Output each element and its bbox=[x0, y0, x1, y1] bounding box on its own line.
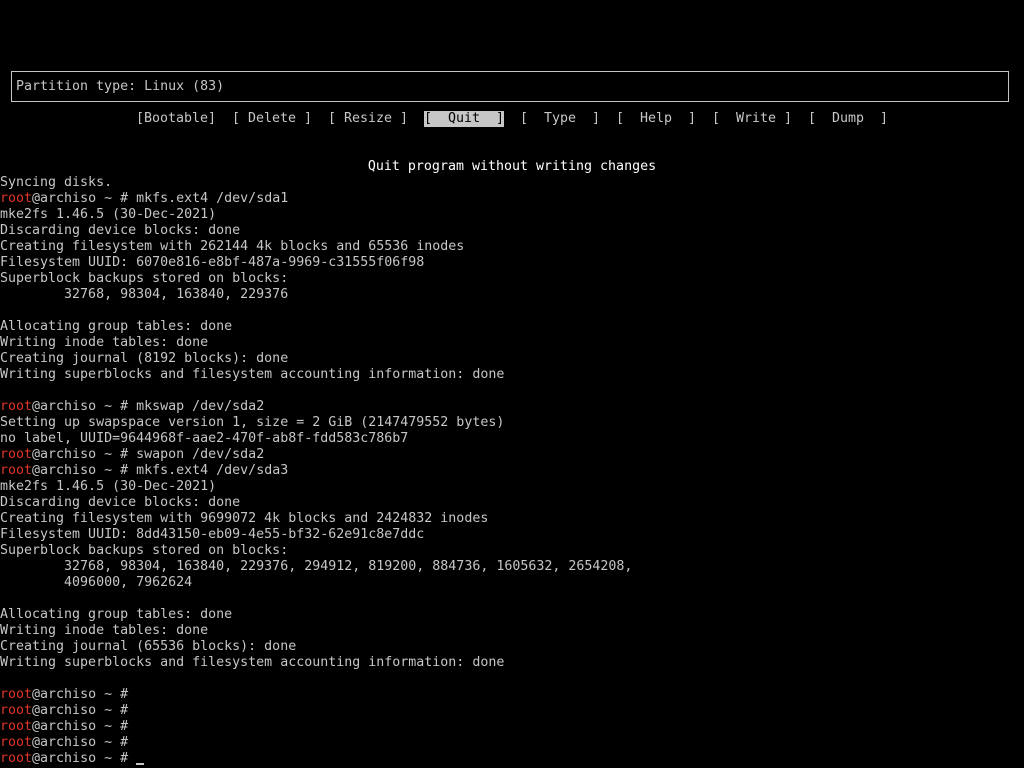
menu-quit-button[interactable]: [ Quit ] bbox=[424, 111, 505, 127]
prompt-user: root bbox=[0, 191, 33, 206]
prompt-host: @archiso ~ # bbox=[32, 751, 137, 766]
terminal-output-line: Writing inode tables: done bbox=[0, 623, 209, 638]
text-cursor[interactable] bbox=[136, 763, 145, 765]
prompt-host: @archiso ~ # bbox=[32, 687, 137, 702]
cfdisk-menu-bar: [Bootable] [ Delete ] [ Resize ] [ Quit … bbox=[0, 111, 1024, 127]
prompt-host: @archiso ~ # bbox=[32, 447, 137, 462]
menu-help-text: Quit program without writing changes bbox=[367, 159, 657, 174]
terminal-output-line: Discarding device blocks: done bbox=[0, 223, 241, 238]
terminal-output-line: Allocating group tables: done bbox=[0, 319, 233, 334]
prompt-user: root bbox=[0, 719, 33, 734]
menu-help-button[interactable]: [ Help ] bbox=[616, 111, 696, 127]
prompt-host: @archiso ~ # bbox=[32, 191, 137, 206]
terminal-prompt-line: root@archiso ~ # swapon /dev/sda2 bbox=[0, 447, 1024, 463]
terminal-prompt-line: root@archiso ~ # bbox=[0, 703, 1024, 719]
prompt-host: @archiso ~ # bbox=[32, 703, 137, 718]
terminal-prompt-line: root@archiso ~ # bbox=[0, 735, 1024, 751]
terminal-output-line: Filesystem UUID: 8dd43150-eb09-4e55-bf32… bbox=[0, 527, 425, 542]
terminal-prompt-line: root@archiso ~ # bbox=[0, 687, 1024, 703]
terminal-output-line: Setting up swapspace version 1, size = 2… bbox=[0, 415, 505, 430]
terminal-output-line: mke2fs 1.46.5 (30-Dec-2021) bbox=[0, 207, 217, 222]
terminal-prompt-line: root@archiso ~ # mkfs.ext4 /dev/sda1 bbox=[0, 191, 1024, 207]
prompt-host: @archiso ~ # bbox=[32, 463, 137, 478]
command-text: mkfs.ext4 /dev/sda3 bbox=[136, 463, 289, 478]
terminal-output-line: Writing superblocks and filesystem accou… bbox=[0, 367, 505, 382]
menu-write-button[interactable]: [ Write ] bbox=[712, 111, 792, 127]
terminal-output-line: no label, UUID=9644968f-aae2-470f-ab8f-f… bbox=[0, 431, 409, 446]
terminal-output-line: Discarding device blocks: done bbox=[0, 495, 241, 510]
terminal-output-line: Creating filesystem with 262144 4k block… bbox=[0, 239, 465, 254]
prompt-user: root bbox=[0, 687, 33, 702]
prompt-user: root bbox=[0, 399, 33, 414]
prompt-user: root bbox=[0, 447, 33, 462]
terminal-output-line: Creating journal (65536 blocks): done bbox=[0, 639, 297, 654]
terminal-output-line: 32768, 98304, 163840, 229376, 294912, 81… bbox=[0, 559, 633, 574]
prompt-user: root bbox=[0, 751, 33, 766]
terminal-output-line: Allocating group tables: done bbox=[0, 607, 233, 622]
menu-bootable-button[interactable]: [Bootable] bbox=[136, 111, 216, 127]
menu-delete-button[interactable]: [ Delete ] bbox=[232, 111, 312, 127]
terminal-output-line: Creating filesystem with 9699072 4k bloc… bbox=[0, 511, 489, 526]
terminal-output-line: 32768, 98304, 163840, 229376 bbox=[0, 287, 289, 302]
prompt-user: root bbox=[0, 703, 33, 718]
terminal-prompt-line: root@archiso ~ # mkfs.ext4 /dev/sda3 bbox=[0, 463, 1024, 479]
terminal-output-line: Superblock backups stored on blocks: bbox=[0, 543, 289, 558]
terminal-output-line: Writing superblocks and filesystem accou… bbox=[0, 655, 505, 670]
terminal-prompt-line: root@archiso ~ # bbox=[0, 719, 1024, 735]
terminal-output-line: Creating journal (8192 blocks): done bbox=[0, 351, 289, 366]
prompt-user: root bbox=[0, 463, 33, 478]
terminal-output-line: Superblock backups stored on blocks: bbox=[0, 271, 289, 286]
terminal-output-line: Filesystem UUID: 6070e816-e8bf-487a-9969… bbox=[0, 255, 425, 270]
command-text: swapon /dev/sda2 bbox=[136, 447, 265, 462]
terminal-output-line: mke2fs 1.46.5 (30-Dec-2021) bbox=[0, 479, 217, 494]
command-text: mkfs.ext4 /dev/sda1 bbox=[136, 191, 289, 206]
terminal-prompt-line: root@archiso ~ # bbox=[0, 751, 1024, 767]
terminal-output-line: Syncing disks. bbox=[0, 175, 113, 190]
menu-type-button[interactable]: [ Type ] bbox=[520, 111, 600, 127]
terminal-output-line: 4096000, 7962624 bbox=[0, 575, 193, 590]
prompt-host: @archiso ~ # bbox=[32, 735, 137, 750]
command-text: mkswap /dev/sda2 bbox=[136, 399, 265, 414]
terminal-prompt-line: root@archiso ~ # mkswap /dev/sda2 bbox=[0, 399, 1024, 415]
partition-type-text: Partition type: Linux (83) bbox=[16, 79, 225, 94]
menu-dump-button[interactable]: [ Dump ] bbox=[808, 111, 888, 127]
prompt-user: root bbox=[0, 735, 33, 750]
prompt-host: @archiso ~ # bbox=[32, 719, 137, 734]
terminal-output-line: Writing inode tables: done bbox=[0, 335, 209, 350]
partition-info-box: Partition type: Linux (83) bbox=[11, 71, 1009, 102]
prompt-host: @archiso ~ # bbox=[32, 399, 137, 414]
terminal-output[interactable]: Syncing disks. root@archiso ~ # mkfs.ext4… bbox=[0, 175, 1024, 767]
menu-resize-button[interactable]: [ Resize ] bbox=[328, 111, 408, 127]
